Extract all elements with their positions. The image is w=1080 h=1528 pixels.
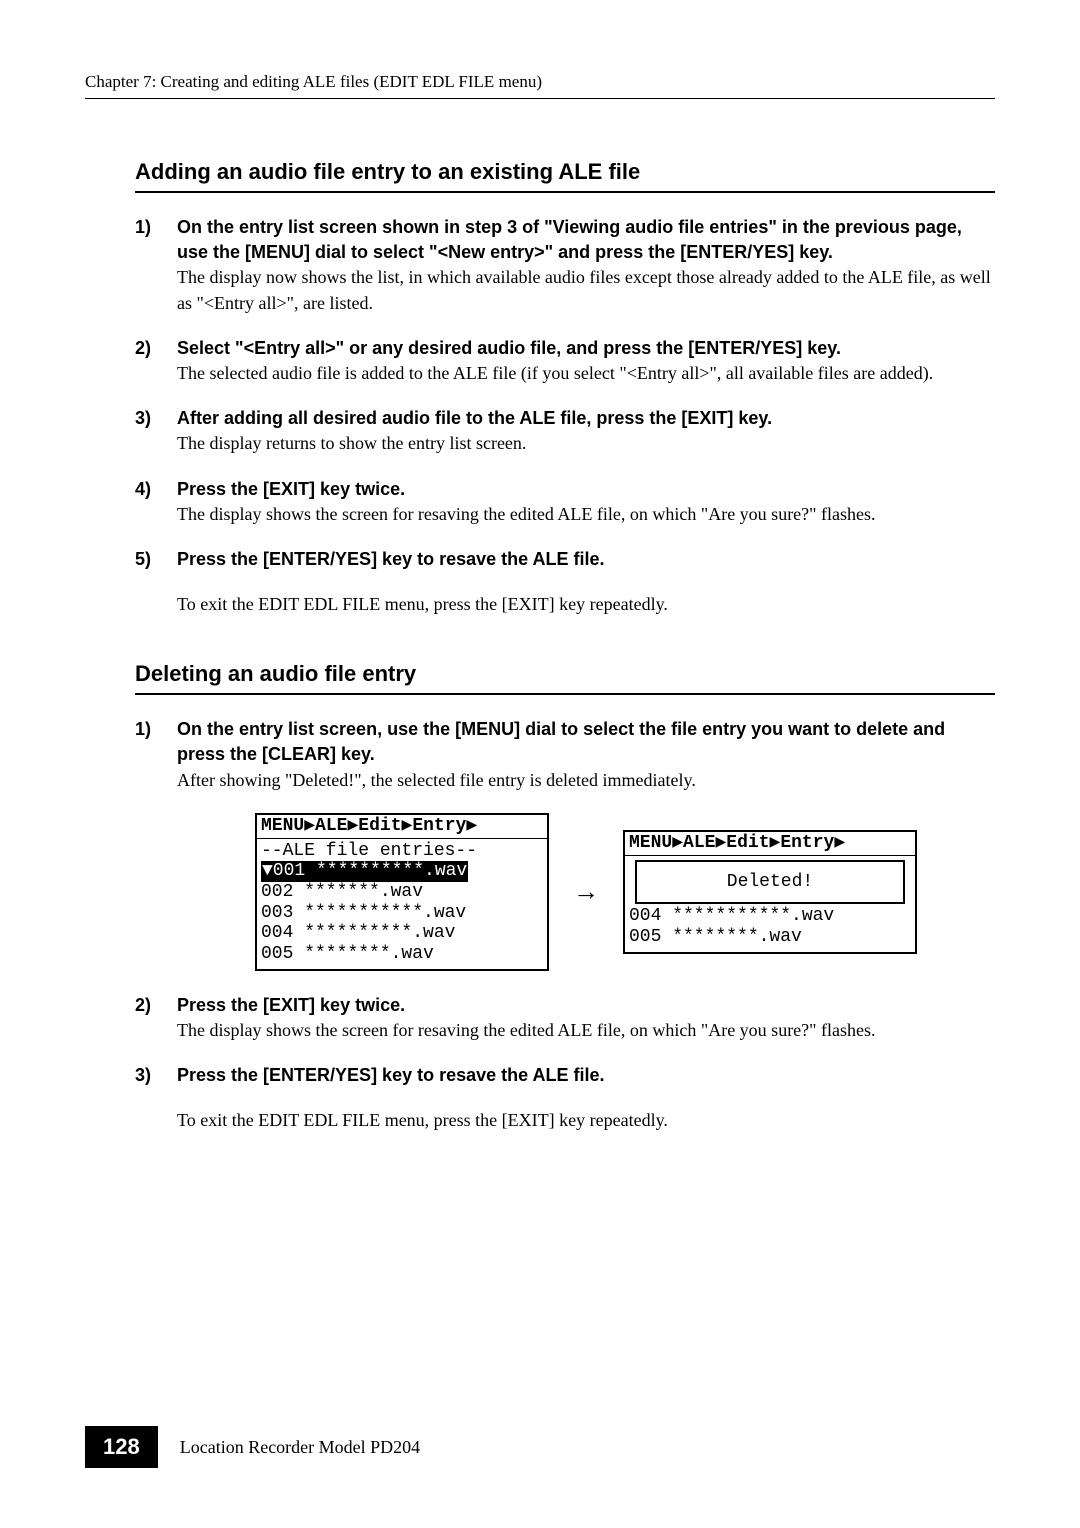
lcd-header-line: --ALE file entries--	[261, 841, 543, 862]
step-desc: The selected audio file is added to the …	[177, 363, 933, 383]
step-item: 2) Press the [EXIT] key twice. The displ…	[135, 993, 995, 1043]
step-number: 3)	[135, 1063, 177, 1088]
lcd-popup: Deleted!	[635, 860, 905, 905]
step-desc: The display returns to show the entry li…	[177, 433, 526, 453]
step-number: 1)	[135, 717, 177, 793]
step-number: 3)	[135, 406, 177, 456]
step-lead: Press the [ENTER/YES] key to resave the …	[177, 1065, 604, 1085]
step-number: 4)	[135, 477, 177, 527]
section1-heading: Adding an audio file entry to an existin…	[135, 159, 995, 193]
step-lead: After adding all desired audio file to t…	[177, 408, 772, 428]
page-footer: 128 Location Recorder Model PD204	[85, 1426, 420, 1468]
section2-steps-a: 1) On the entry list screen, use the [ME…	[135, 717, 995, 793]
step-item: 3) After adding all desired audio file t…	[135, 406, 995, 456]
step-item: 5) Press the [ENTER/YES] key to resave t…	[135, 547, 995, 572]
arrow-right-icon: →	[573, 876, 599, 907]
step-lead: On the entry list screen, use the [MENU]…	[177, 719, 945, 764]
lcd-breadcrumb: MENU▶ALE▶Edit▶Entry▶	[257, 815, 547, 839]
step-number: 5)	[135, 547, 177, 572]
step-number: 1)	[135, 215, 177, 316]
section2-after: To exit the EDIT EDL FILE menu, press th…	[177, 1108, 995, 1133]
page-number: 128	[85, 1426, 158, 1468]
section1-steps: 1) On the entry list screen shown in ste…	[135, 215, 995, 617]
step-item: 3) Press the [ENTER/YES] key to resave t…	[135, 1063, 995, 1088]
lcd-line: 004 **********.wav	[261, 923, 543, 944]
lcd-line: 003 ***********.wav	[261, 903, 543, 924]
lcd-line: 005 ********.wav	[261, 944, 543, 965]
running-header: Chapter 7: Creating and editing ALE file…	[85, 72, 995, 99]
step-number: 2)	[135, 993, 177, 1043]
lcd-breadcrumb: MENU▶ALE▶Edit▶Entry▶	[625, 832, 915, 856]
step-item: 1) On the entry list screen, use the [ME…	[135, 717, 995, 793]
step-number: 2)	[135, 336, 177, 386]
step-item: 2) Select "<Entry all>" or any desired a…	[135, 336, 995, 386]
lcd-right: MENU▶ALE▶Edit▶Entry▶ Deleted! 004 ******…	[623, 830, 917, 954]
step-item: 4) Press the [EXIT] key twice. The displ…	[135, 477, 995, 527]
lcd-line: 005 ********.wav	[629, 927, 911, 948]
section1-after: To exit the EDIT EDL FILE menu, press th…	[177, 592, 995, 617]
step-item: 1) On the entry list screen shown in ste…	[135, 215, 995, 316]
step-lead: Press the [EXIT] key twice.	[177, 995, 405, 1015]
step-lead: Press the [ENTER/YES] key to resave the …	[177, 549, 604, 569]
lcd-line: 002 *******.wav	[261, 882, 543, 903]
step-lead: Press the [EXIT] key twice.	[177, 479, 405, 499]
step-desc: The display shows the screen for resavin…	[177, 1020, 876, 1040]
step-desc: After showing "Deleted!", the selected f…	[177, 770, 696, 790]
section2-steps-b: 2) Press the [EXIT] key twice. The displ…	[135, 993, 995, 1134]
lcd-selected-line: ▼001 **********.wav	[261, 861, 468, 882]
step-lead: Select "<Entry all>" or any desired audi…	[177, 338, 841, 358]
step-desc: The display shows the screen for resavin…	[177, 504, 876, 524]
lcd-left: MENU▶ALE▶Edit▶Entry▶ --ALE file entries-…	[255, 813, 549, 971]
lcd-line: 004 ***********.wav	[629, 906, 911, 927]
step-lead: On the entry list screen shown in step 3…	[177, 217, 962, 262]
lcd-figure-row: MENU▶ALE▶Edit▶Entry▶ --ALE file entries-…	[177, 813, 995, 971]
section2-heading: Deleting an audio file entry	[135, 661, 995, 695]
step-desc: The display now shows the list, in which…	[177, 267, 991, 312]
footer-model: Location Recorder Model PD204	[180, 1437, 420, 1458]
